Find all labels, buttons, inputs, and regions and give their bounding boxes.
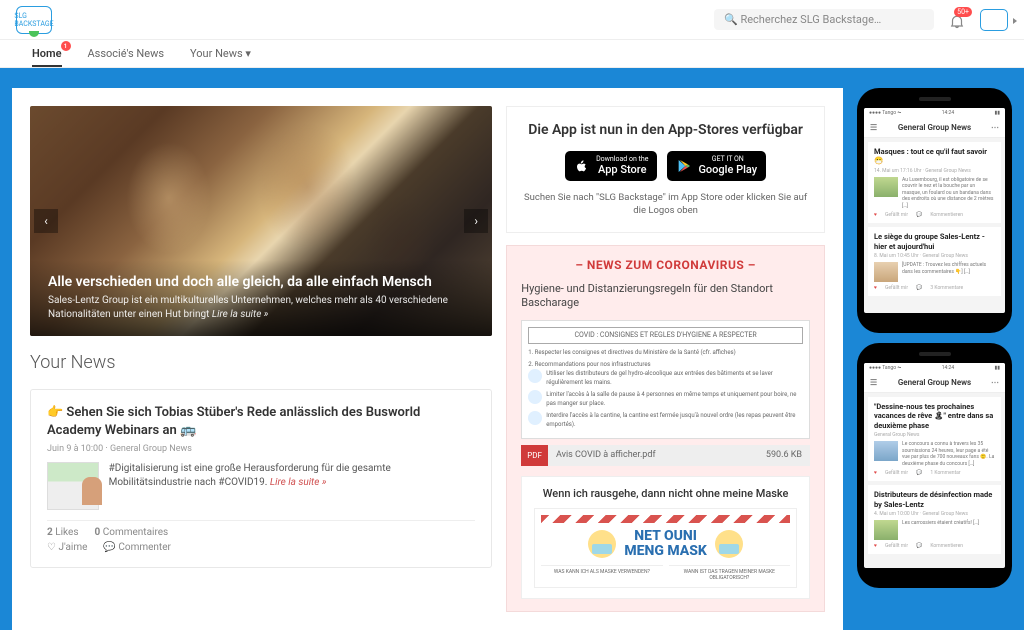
news-excerpt: #Digitalisierung ist eine große Herausfo… [109, 462, 476, 510]
search-input[interactable]: 🔍 Recherchez SLG Backstage… [714, 9, 934, 30]
app-promo-sub: Suchen Sie nach "SLG Backstage" im App S… [519, 191, 812, 218]
nav-home-badge: 1 [61, 41, 71, 51]
mask-face-icon [715, 530, 743, 558]
mask-face-icon [588, 530, 616, 558]
nav-your-news[interactable]: Your News ▾ [190, 41, 251, 66]
news-meta: Juin 9 à 10:00 · General Group News [47, 444, 475, 454]
comment-button[interactable]: 💬 Commenter [103, 542, 170, 553]
news-readmore[interactable]: Lire la suite » [270, 477, 327, 488]
news-thumbnail[interactable] [47, 462, 99, 510]
carousel-prev[interactable]: ‹ [34, 209, 58, 233]
pdf-filesize: 590.6 KB [766, 450, 810, 460]
phone-mockup-1: ●●●● Tango ⏦14:24▮▮ General Group News M… [857, 88, 1012, 333]
nav-associes[interactable]: Associé's News [88, 41, 165, 66]
phone-list-item: Distributeurs de désinfection made by Sa… [868, 485, 1001, 554]
covid-heading: – NEWS ZUM CORONAVIRUS – [521, 258, 810, 272]
mask-poster[interactable]: NET OUNIMENG MASK WAS KANN ICH ALS MASKE… [534, 508, 797, 589]
app-promo-title: Die App ist nun in den App-Stores verfüg… [519, 121, 812, 139]
pdf-icon: PDF [521, 445, 548, 466]
pdf-filename: Avis COVID à afficher.pdf [556, 450, 656, 460]
phone-list-item: "Dessine-nous tes prochaines vacances de… [868, 397, 1001, 481]
hero-title: Alle verschieden und doch alle gleich, d… [48, 274, 474, 290]
apple-icon [574, 158, 590, 174]
hero-subtitle: Sales-Lentz Group ist ein multikulturell… [48, 294, 474, 322]
your-news-heading: Your News [30, 352, 492, 373]
like-button[interactable]: ♡ J'aime [47, 542, 87, 553]
google-play-icon [676, 158, 692, 174]
phone-list-item: Masques : tout ce qu'il faut savoir 😷 14… [868, 142, 1001, 223]
comments-count: 0 Commentaires [95, 527, 169, 538]
phone-header: General Group News [864, 118, 1005, 138]
mask-slogan: NET OUNIMENG MASK [624, 529, 706, 560]
news-card: 👉 Sehen Sie sich Tobias Stüber's Rede an… [30, 389, 492, 568]
notif-badge: 50+ [954, 7, 972, 17]
phone-header: General Group News [864, 373, 1005, 393]
hero-carousel[interactable]: ‹ › Alle verschieden und doch alle gleic… [30, 106, 492, 336]
phone-list-item: Le siège du groupe Sales-Lentz - hier et… [868, 227, 1001, 296]
carousel-next[interactable]: › [464, 209, 488, 233]
hero-readmore[interactable]: Lire la suite » [212, 309, 269, 320]
covid-news-card: – NEWS ZUM CORONAVIRUS – Hygiene- und Di… [506, 245, 825, 613]
news-title[interactable]: 👉 Sehen Sie sich Tobias Stüber's Rede an… [47, 404, 475, 440]
covid-document-preview[interactable]: COVID : CONSIGNES ET REGLES D'HYGIENE A … [521, 320, 810, 439]
appstore-button[interactable]: Download on theApp Store [565, 151, 657, 181]
notifications-button[interactable]: 50+ [948, 11, 966, 29]
app-promo-card: Die App ist nun in den App-Stores verfüg… [506, 106, 825, 233]
nav-home[interactable]: Home 1 [32, 41, 62, 66]
mask-question: Wenn ich rausgehe, dann nicht ohne meine… [534, 487, 797, 500]
search-icon: 🔍 [724, 13, 738, 26]
likes-count: 2 Likes [47, 527, 79, 538]
phone-mockup-2: ●●●● Tango ⏦14:24▮▮ General Group News "… [857, 343, 1012, 588]
app-logo[interactable]: SLG BACKSTAGE [16, 6, 52, 34]
googleplay-button[interactable]: GET IT ONGoogle Play [667, 151, 766, 181]
pdf-attachment[interactable]: PDF Avis COVID à afficher.pdf 590.6 KB [521, 445, 810, 466]
covid-subtitle: Hygiene- und Distanzierungsregeln für de… [521, 282, 810, 311]
search-placeholder: Recherchez SLG Backstage… [740, 13, 881, 26]
user-menu[interactable] [980, 9, 1008, 31]
